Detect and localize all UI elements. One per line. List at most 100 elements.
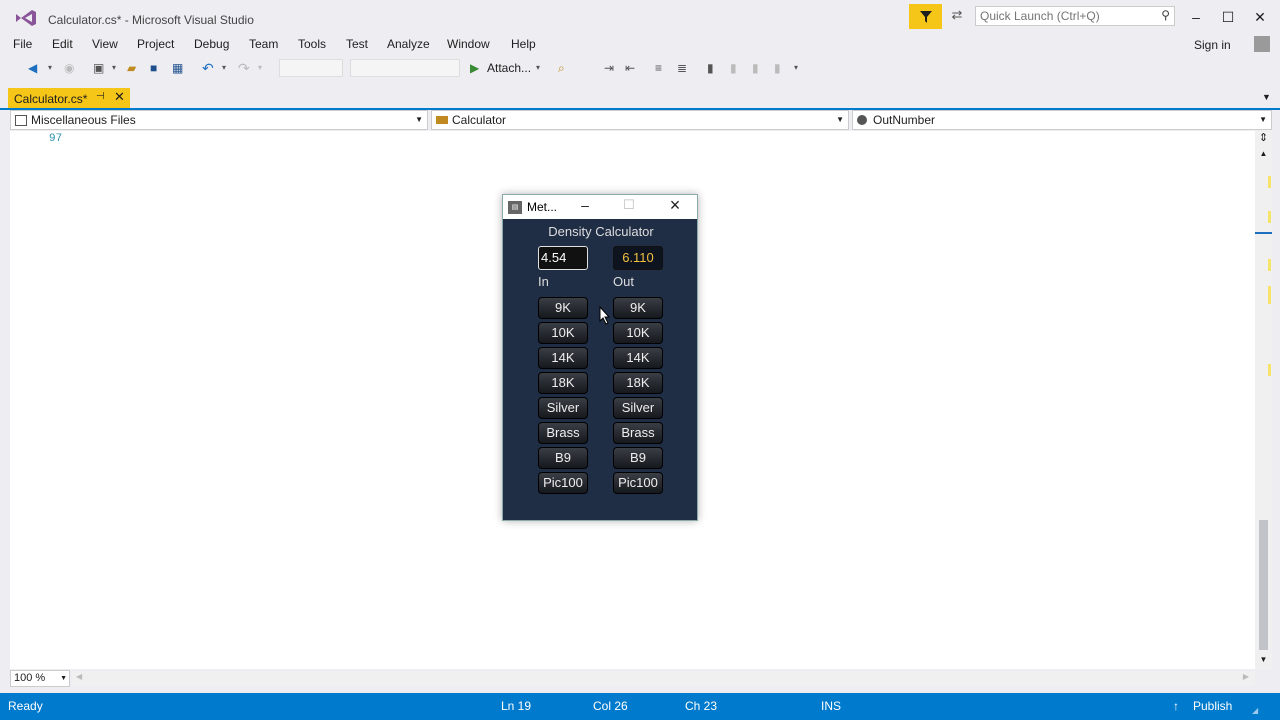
- dialog-maximize-button[interactable]: ☐: [619, 197, 639, 213]
- out-label: Out: [613, 274, 634, 289]
- scroll-down-icon[interactable]: ▼: [1255, 655, 1272, 664]
- visual-studio-logo-icon: [16, 10, 36, 26]
- menu-tools[interactable]: Tools: [298, 37, 326, 51]
- save-all-icon[interactable]: ▦: [172, 60, 183, 76]
- in-9k-button[interactable]: 9K: [538, 297, 588, 319]
- input-value-field[interactable]: 4.54: [538, 246, 588, 270]
- in-b9-button[interactable]: B9: [538, 447, 588, 469]
- new-project-icon[interactable]: ▣: [93, 60, 104, 76]
- in-pic100-button[interactable]: Pic100: [538, 472, 588, 494]
- tab-overflow-icon[interactable]: ▼: [1262, 92, 1271, 102]
- chevron-down-icon: ▼: [60, 675, 67, 682]
- menu-file[interactable]: File: [13, 37, 32, 51]
- scroll-left-icon[interactable]: ◀: [76, 672, 82, 681]
- attach-dropdown-icon[interactable]: ▾: [536, 60, 540, 76]
- minimize-button[interactable]: –: [1181, 6, 1211, 28]
- property-icon: [857, 115, 867, 125]
- menu-analyze[interactable]: Analyze: [387, 37, 430, 51]
- next-bookmark-icon[interactable]: ▮: [752, 60, 759, 76]
- notifications-filter-button[interactable]: [909, 4, 942, 29]
- member-combo[interactable]: OutNumber ▼: [852, 110, 1272, 130]
- solution-config-combo[interactable]: [279, 59, 343, 77]
- menu-edit[interactable]: Edit: [52, 37, 73, 51]
- out-18k-button[interactable]: 18K: [613, 372, 663, 394]
- uncomment-icon[interactable]: ≣: [677, 60, 687, 76]
- resize-grip-icon[interactable]: ◢: [1252, 706, 1258, 715]
- zoom-level: 100 %: [14, 672, 46, 684]
- tab-label: Calculator.cs*: [14, 92, 88, 106]
- calculator-heading: Density Calculator: [548, 224, 654, 239]
- back-dropdown-icon[interactable]: ▾: [48, 60, 52, 76]
- undo-dropdown-icon[interactable]: ▾: [222, 60, 226, 76]
- status-char: Ch 23: [685, 699, 718, 713]
- scroll-right-icon[interactable]: ▶: [1243, 672, 1249, 681]
- toolbar-options-icon[interactable]: ▾: [794, 60, 798, 76]
- feedback-icon[interactable]: ⇄: [948, 7, 966, 25]
- menu-debug[interactable]: Debug: [194, 37, 229, 51]
- horizontal-scrollbar[interactable]: ◀ ▶: [72, 671, 1255, 686]
- maximize-button[interactable]: ☐: [1213, 6, 1243, 28]
- in-10k-button[interactable]: 10K: [538, 322, 588, 344]
- project-combo[interactable]: Miscellaneous Files ▼: [10, 110, 428, 130]
- out-silver-button[interactable]: Silver: [613, 397, 663, 419]
- quick-launch-input[interactable]: [976, 7, 1154, 25]
- attach-button[interactable]: Attach...: [487, 60, 531, 76]
- out-14k-button[interactable]: 14K: [613, 347, 663, 369]
- search-icon[interactable]: ⚲: [1161, 8, 1170, 22]
- pin-icon[interactable]: ⊣: [96, 91, 105, 102]
- find-in-files-icon[interactable]: ⌕: [558, 60, 565, 76]
- status-column: Col 26: [593, 699, 628, 713]
- scroll-up-icon[interactable]: ▲: [1255, 149, 1272, 158]
- menu-project[interactable]: Project: [137, 37, 174, 51]
- solution-platform-combo[interactable]: [350, 59, 460, 77]
- start-icon[interactable]: ▶: [470, 60, 479, 76]
- tab-close-icon[interactable]: ✕: [114, 89, 125, 105]
- open-file-icon[interactable]: ▰: [127, 60, 136, 76]
- out-9k-button[interactable]: 9K: [613, 297, 663, 319]
- class-icon: [436, 116, 448, 124]
- in-brass-button[interactable]: Brass: [538, 422, 588, 444]
- out-10k-button[interactable]: 10K: [613, 322, 663, 344]
- standard-toolbar: ◀ ▾ ◉ ▣ ▾ ▰ ■ ▦ ↶ ▾ ↷ ▾ ▶ Attach... ▾ ⌕ …: [0, 56, 1280, 80]
- navigate-back-icon[interactable]: ◀: [28, 60, 37, 76]
- in-18k-button[interactable]: 18K: [538, 372, 588, 394]
- comment-icon[interactable]: ≡: [655, 60, 662, 76]
- status-ready: Ready: [8, 699, 43, 713]
- in-14k-button[interactable]: 14K: [538, 347, 588, 369]
- split-icon[interactable]: ⇕: [1255, 131, 1272, 147]
- menu-view[interactable]: View: [92, 37, 118, 51]
- status-line: Ln 19: [501, 699, 532, 713]
- publish-button[interactable]: Publish: [1193, 699, 1232, 713]
- zoom-combo[interactable]: 100 % ▼: [10, 670, 70, 687]
- menu-team[interactable]: Team: [249, 37, 278, 51]
- dialog-close-button[interactable]: ×: [664, 195, 686, 216]
- redo-dropdown-icon[interactable]: ▾: [258, 60, 262, 76]
- type-combo[interactable]: Calculator ▼: [431, 110, 849, 130]
- outdent-icon[interactable]: ⇤: [625, 60, 635, 76]
- menu-test[interactable]: Test: [346, 37, 368, 51]
- account-icon[interactable]: [1254, 36, 1270, 52]
- out-b9-button[interactable]: B9: [613, 447, 663, 469]
- mouse-cursor-icon: [599, 306, 611, 325]
- vertical-scroll-thumb[interactable]: [1259, 520, 1268, 650]
- in-silver-button[interactable]: Silver: [538, 397, 588, 419]
- menu-window[interactable]: Window: [447, 37, 490, 51]
- indent-icon[interactable]: ⇥: [604, 60, 614, 76]
- sign-in-link[interactable]: Sign in: [1194, 38, 1231, 52]
- navigate-forward-icon[interactable]: ◉: [64, 60, 74, 76]
- clear-bookmarks-icon[interactable]: ▮: [774, 60, 781, 76]
- redo-icon[interactable]: ↷: [238, 60, 250, 76]
- undo-icon[interactable]: ↶: [202, 60, 214, 76]
- quick-launch-box[interactable]: ⚲: [975, 6, 1175, 26]
- menu-help[interactable]: Help: [511, 37, 536, 51]
- publish-icon[interactable]: ↑: [1173, 699, 1179, 713]
- close-button[interactable]: ✕: [1245, 6, 1275, 28]
- out-pic100-button[interactable]: Pic100: [613, 472, 663, 494]
- prev-bookmark-icon[interactable]: ▮: [730, 60, 737, 76]
- out-brass-button[interactable]: Brass: [613, 422, 663, 444]
- new-dropdown-icon[interactable]: ▾: [112, 60, 116, 76]
- save-icon[interactable]: ■: [150, 60, 157, 76]
- bookmark-icon[interactable]: ▮: [707, 60, 714, 76]
- dialog-minimize-button[interactable]: –: [575, 197, 595, 213]
- change-marker: [1268, 259, 1271, 271]
